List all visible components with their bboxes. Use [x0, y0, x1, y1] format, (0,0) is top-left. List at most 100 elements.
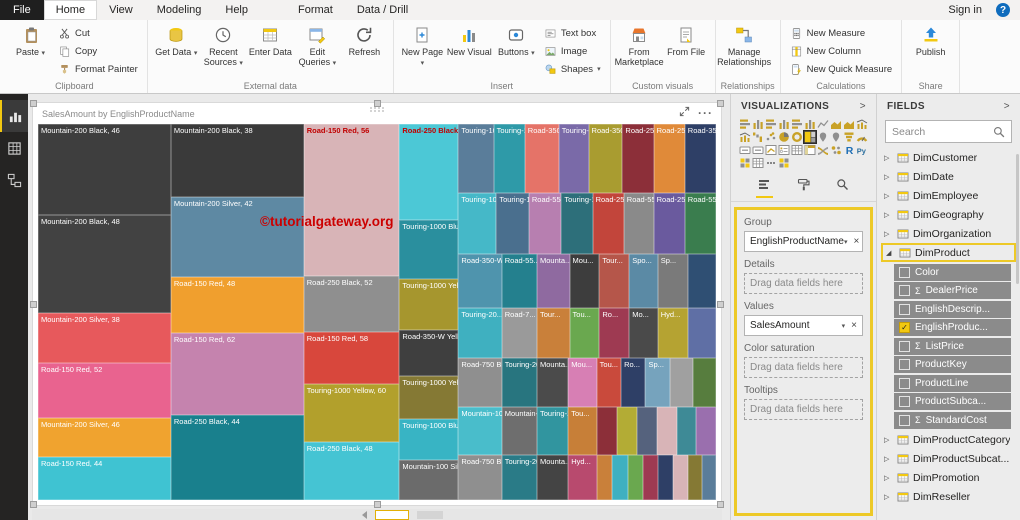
treemap-tile[interactable]	[687, 254, 716, 309]
expander-icon[interactable]: ▷	[884, 173, 893, 181]
viz-type-card-icon[interactable]	[739, 144, 751, 156]
table-dimgeography[interactable]: ▷ DimGeography	[881, 205, 1016, 224]
field-productline[interactable]: ProductLine	[894, 374, 1011, 392]
treemap-tile[interactable]: Touring-20...	[458, 308, 502, 358]
selection-handle[interactable]	[30, 501, 37, 508]
field-englishproduc[interactable]: ✓ EnglishProduc...	[894, 319, 1011, 336]
treemap-tile[interactable]: Road-150 Red, 58	[303, 332, 400, 385]
treemap-tile[interactable]	[701, 454, 716, 500]
paste-button[interactable]: Paste ▾	[7, 22, 54, 58]
refresh-button[interactable]: Refresh	[341, 22, 388, 57]
viz-type-table-icon[interactable]	[791, 144, 803, 156]
treemap-tile[interactable]: Road-150 Red, 56	[303, 124, 400, 277]
table-dimcustomer[interactable]: ▷ DimCustomer	[881, 148, 1016, 167]
selection-handle[interactable]	[30, 301, 37, 308]
selection-handle[interactable]	[717, 301, 724, 308]
help-icon[interactable]: ?	[996, 3, 1010, 17]
add-page-tab[interactable]	[417, 510, 443, 519]
treemap-tile[interactable]: Mounta...	[537, 357, 569, 407]
focus-mode-icon[interactable]	[679, 106, 690, 120]
treemap-tile[interactable]: Road-55...	[501, 254, 537, 309]
treemap-tile[interactable]: Touring-1000 Yellow, 60	[303, 384, 400, 442]
model-view-icon[interactable]	[0, 164, 28, 196]
selection-handle[interactable]	[717, 501, 724, 508]
treemap-tile[interactable]	[696, 406, 716, 455]
treemap-tile[interactable]	[692, 357, 716, 407]
fields-tab-icon[interactable]	[756, 177, 773, 198]
viz-type-scatter-icon[interactable]	[765, 131, 777, 143]
collapse-panel-icon[interactable]: >	[860, 101, 866, 112]
viz-type-pbigrid-icon[interactable]	[778, 157, 790, 169]
viz-type-bars-h-icon[interactable]	[739, 118, 751, 130]
treemap-tile[interactable]: Tou...	[569, 308, 600, 358]
from-marketplace-button[interactable]: From Marketplace	[615, 22, 664, 67]
scrollbar[interactable]	[1016, 154, 1019, 284]
treemap-tile[interactable]: Spo...	[629, 254, 658, 309]
selection-handle[interactable]	[374, 501, 381, 508]
enter-data-button[interactable]: Enter Data	[247, 22, 294, 57]
treemap-tile[interactable]	[676, 406, 697, 455]
treemap-tile[interactable]: Ro...	[621, 357, 646, 407]
treemap-tile[interactable]: Road-250 Black, 44	[170, 414, 304, 500]
treemap-tile[interactable]: Mou...	[569, 254, 600, 309]
table-dimpromotion[interactable]: ▷ DimPromotion	[881, 468, 1016, 487]
selection-handle[interactable]	[717, 100, 724, 107]
ribbon-tab-modeling[interactable]: Modeling	[145, 0, 214, 20]
treemap-tile[interactable]: Road-350-W Yellow, 48	[399, 330, 459, 376]
treemap-tile[interactable]: Road-250 Black, 52	[303, 276, 400, 333]
treemap-tile[interactable]: Tou...	[568, 406, 597, 455]
table-dimemployee[interactable]: ▷ DimEmployee	[881, 186, 1016, 205]
treemap-tile[interactable]: Touring-10...	[496, 193, 529, 255]
treemap-tile[interactable]: Road-7...	[501, 308, 537, 358]
viz-type-treemap-icon[interactable]	[803, 130, 817, 144]
viz-type-slicer-icon[interactable]	[778, 144, 790, 156]
new-page-button[interactable]: New Page ▾	[399, 22, 446, 68]
treemap-tile[interactable]: Road-35...	[684, 124, 716, 194]
format-painter-button[interactable]: Format Painter	[54, 60, 142, 78]
ribbon-tab-view[interactable]: View	[97, 0, 145, 20]
field-checkbox[interactable]	[899, 359, 910, 370]
treemap-tile[interactable]: Mounta...	[537, 254, 570, 309]
recent-sources-button[interactable]: Recent Sources ▾	[200, 22, 247, 68]
treemap-chart[interactable]: Mountain-200 Black, 46 Mountain-200 Black…	[38, 124, 716, 500]
treemap-tile[interactable]	[617, 406, 638, 455]
expander-icon[interactable]: ▷	[884, 154, 893, 162]
viz-type-matrix-icon[interactable]	[804, 144, 816, 156]
treemap-tile[interactable]: Touring-...	[558, 124, 589, 194]
treemap-tile[interactable]	[612, 454, 628, 500]
viz-type-bars-v-icon[interactable]	[778, 118, 790, 130]
treemap-tile[interactable]: Hyd...	[657, 308, 688, 358]
collapse-panel-icon[interactable]: >	[1004, 101, 1010, 112]
field-checkbox[interactable]: ✓	[899, 322, 910, 333]
treemap-tile[interactable]: Road-550...	[623, 193, 654, 255]
treemap-tile[interactable]	[642, 454, 658, 500]
text-box-button[interactable]: Text box	[540, 24, 605, 42]
file-menu-tab[interactable]: File	[0, 0, 44, 20]
treemap-tile[interactable]: Road-550...	[528, 193, 562, 255]
viz-type-donut-icon[interactable]	[791, 131, 803, 143]
field-dropdown-icon[interactable]: ▾	[842, 322, 846, 330]
viz-type-table-icon[interactable]	[752, 157, 764, 169]
table-dimproductcategory[interactable]: ▷ DimProductCategory	[881, 430, 1016, 449]
treemap-tile[interactable]: Mo...	[629, 308, 658, 358]
new-measure-button[interactable]: New Measure	[786, 24, 897, 42]
buttons-button[interactable]: Buttons ▾	[493, 22, 540, 58]
page-tab-active[interactable]	[375, 509, 409, 520]
table-dimproduct[interactable]: ◢ DimProduct	[881, 243, 1016, 262]
expander-icon[interactable]: ▷	[884, 493, 893, 501]
treemap-tile[interactable]: Mountain-200 Silver, 46	[38, 418, 171, 457]
ribbon-tab-data-drill[interactable]: Data / Drill	[345, 0, 420, 20]
viz-type-area-icon[interactable]	[843, 118, 855, 130]
viz-type-bars-v-icon[interactable]	[804, 118, 816, 130]
treemap-tile[interactable]: Road-350...	[588, 124, 623, 194]
field-productsubca[interactable]: ProductSubca...	[894, 393, 1011, 410]
treemap-tile[interactable]	[657, 454, 673, 500]
treemap-tile[interactable]: Mounta...	[537, 454, 569, 500]
sign-in-link[interactable]: Sign in	[936, 0, 994, 20]
expander-icon[interactable]: ▷	[884, 436, 893, 444]
viz-type-combo-icon[interactable]	[739, 131, 751, 143]
treemap-tile[interactable]: Mountain-10...	[501, 406, 537, 455]
viz-type-bars-h-icon[interactable]	[765, 118, 777, 130]
treemap-tile[interactable]: Touring-1000 Yellow, 46	[399, 375, 459, 419]
field-dropdown-icon[interactable]: ▾	[844, 238, 848, 246]
